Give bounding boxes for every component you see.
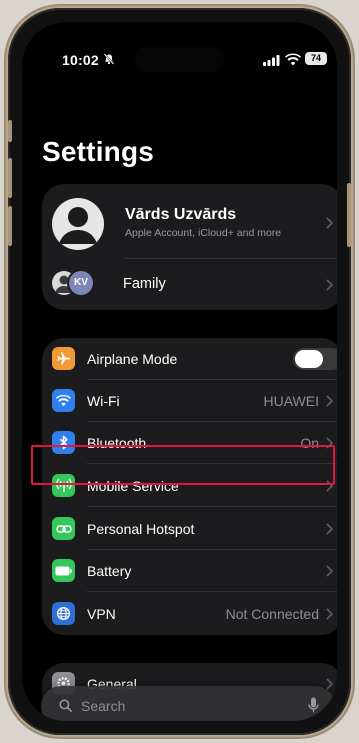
chevron-right-icon: [326, 608, 333, 620]
vpn-label: VPN: [87, 606, 116, 622]
personal-hotspot-row[interactable]: Personal Hotspot: [42, 508, 337, 550]
highlight-box: [31, 445, 335, 485]
chevron-right-icon: [326, 678, 333, 690]
battery-icon: [52, 559, 75, 582]
link-icon: [52, 517, 75, 540]
chevron-right-icon: [326, 279, 333, 291]
family-row[interactable]: KV Family: [42, 259, 337, 310]
account-subtitle: Apple Account, iCloud+ and more: [125, 227, 282, 239]
page-title: Settings: [42, 136, 155, 167]
action-button: [8, 120, 12, 142]
chevron-right-icon: [326, 565, 333, 577]
wifi-value: HUAWEI: [263, 393, 319, 409]
screen: 10:02 74 Settings Vārds Uzvārds Apple Ac…: [22, 22, 337, 721]
vpn-row[interactable]: VPN Not Connected: [42, 593, 337, 635]
volume-down-button: [8, 206, 12, 246]
avatar: [52, 198, 104, 250]
dynamic-island: [134, 46, 224, 72]
apple-account-row[interactable]: Vārds Uzvārds Apple Account, iCloud+ and…: [42, 184, 337, 258]
toggle-knob: [295, 350, 323, 368]
wifi-status-icon: [285, 53, 301, 66]
globe-icon: [52, 602, 75, 625]
chevron-right-icon: [326, 395, 333, 407]
search-input[interactable]: Search: [81, 698, 125, 714]
phone-frame: 10:02 74 Settings Vārds Uzvārds Apple Ac…: [8, 8, 351, 735]
search-icon: [59, 699, 72, 712]
cellular-signal-icon: [263, 55, 280, 66]
chevron-right-icon: [326, 523, 333, 535]
airplane-mode-toggle[interactable]: [293, 348, 337, 370]
status-time: 10:02: [62, 52, 99, 68]
airplane-icon: [52, 347, 75, 370]
airplane-mode-label: Airplane Mode: [87, 351, 178, 367]
status-bar: 10:02 74: [22, 22, 337, 72]
wifi-label: Wi-Fi: [87, 393, 120, 409]
person-silhouette-icon: [59, 207, 97, 244]
volume-up-button: [8, 158, 12, 198]
connectivity-group: Airplane Mode Wi-Fi HUAWEI Bluetooth On: [42, 338, 337, 635]
search-bar[interactable]: Search: [41, 686, 335, 721]
side-button: [347, 183, 351, 247]
bell-slash-icon: [103, 53, 115, 65]
wifi-icon: [52, 389, 75, 412]
wifi-row[interactable]: Wi-Fi HUAWEI: [42, 380, 337, 422]
account-name: Vārds Uzvārds: [125, 206, 237, 223]
battery-row[interactable]: Battery: [42, 550, 337, 592]
airplane-mode-row: Airplane Mode: [42, 338, 337, 380]
microphone-icon[interactable]: [308, 697, 319, 714]
personal-hotspot-label: Personal Hotspot: [87, 521, 195, 537]
family-label: Family: [123, 276, 166, 292]
battery-indicator: 74: [305, 52, 327, 65]
account-group: Vārds Uzvārds Apple Account, iCloud+ and…: [42, 184, 337, 310]
vpn-value: Not Connected: [225, 606, 319, 622]
divider: [87, 591, 337, 592]
chevron-right-icon: [326, 217, 333, 229]
divider: [87, 506, 337, 507]
family-initials-avatar: KV: [67, 269, 95, 297]
battery-label: Battery: [87, 563, 132, 579]
